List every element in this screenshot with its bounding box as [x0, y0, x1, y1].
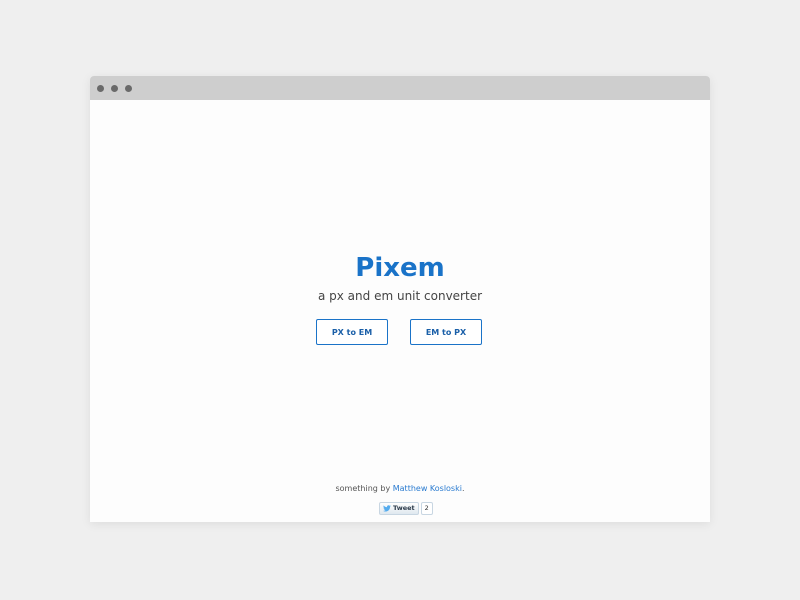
tweet-button[interactable]: Tweet	[379, 501, 419, 515]
window-minimize-dot[interactable]	[111, 85, 118, 92]
window-titlebar	[90, 76, 710, 100]
window-maximize-dot[interactable]	[125, 85, 132, 92]
em-to-px-button[interactable]: EM to PX	[410, 319, 482, 345]
tweet-count: 2	[420, 501, 433, 515]
page-subtitle: a px and em unit converter	[317, 289, 483, 303]
footer-credit: something by Matthew Kosloski.	[90, 484, 710, 494]
page-title: Pixem	[355, 253, 445, 283]
page-content: Pixem a px and em unit converter PX to E…	[90, 100, 710, 522]
window-close-dot[interactable]	[97, 85, 104, 92]
twitter-bird-icon	[383, 504, 391, 512]
tweet-label: Tweet	[393, 504, 415, 512]
footer-prefix: something by	[335, 484, 393, 493]
px-to-em-button[interactable]: PX to EM	[316, 319, 388, 345]
author-link[interactable]: Matthew Kosloski	[393, 484, 462, 493]
tweet-widget: Tweet 2	[379, 501, 433, 515]
browser-window: Pixem a px and em unit converter PX to E…	[90, 76, 710, 522]
footer-suffix: .	[461, 484, 465, 493]
